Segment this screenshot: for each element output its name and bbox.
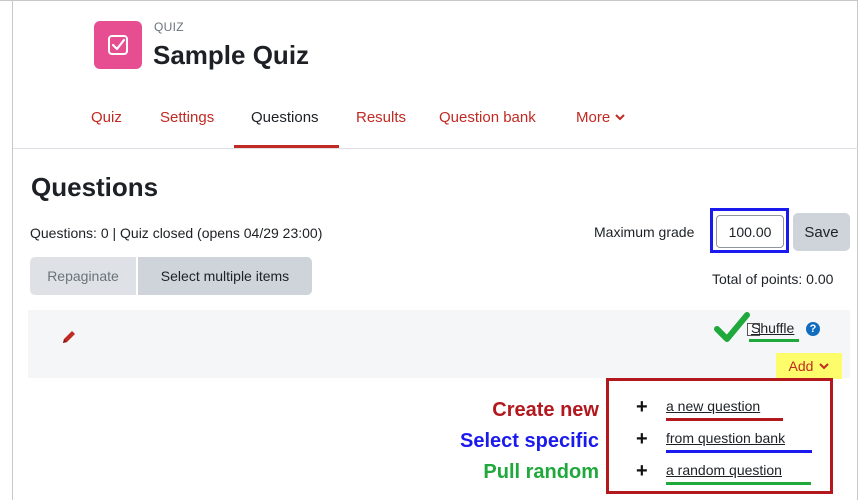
plus-icon: +	[636, 460, 648, 482]
maximum-grade-input[interactable]	[716, 215, 784, 248]
tab-quiz[interactable]: Quiz	[91, 109, 122, 126]
shuffle-highlight-underline	[749, 339, 799, 342]
chevron-down-icon	[615, 114, 625, 121]
save-button[interactable]: Save	[793, 213, 850, 251]
repaginate-button: Repaginate	[30, 257, 136, 295]
tab-question-bank[interactable]: Question bank	[439, 109, 536, 126]
page-title: Sample Quiz	[153, 40, 310, 70]
from-question-bank-underline	[666, 450, 812, 453]
help-icon[interactable]: ?	[806, 322, 820, 336]
page-pretitle: QUIZ	[154, 20, 184, 34]
maximum-grade-label: Maximum grade	[594, 224, 695, 240]
add-button[interactable]: Add	[776, 353, 842, 379]
tab-more[interactable]: More	[576, 109, 625, 126]
frame-top-border	[0, 0, 858, 1]
tab-settings[interactable]: Settings	[160, 109, 214, 126]
nav-divider	[13, 148, 858, 149]
legend-select-specific: Select specific	[460, 430, 599, 452]
menu-item-from-question-bank[interactable]: from question bank	[666, 430, 785, 446]
tab-results[interactable]: Results	[356, 109, 406, 126]
quiz-checkbox-icon	[94, 21, 142, 69]
legend-pull-random: Pull random	[483, 461, 599, 483]
total-points-text: Total of points: 0.00	[712, 271, 834, 287]
chevron-down-icon	[819, 362, 830, 369]
questions-heading: Questions	[31, 172, 159, 202]
quiz-status-text: Questions: 0 | Quiz closed (opens 04/29 …	[30, 225, 323, 241]
tab-questions[interactable]: Questions	[251, 109, 319, 126]
select-multiple-items-button[interactable]: Select multiple items	[138, 257, 312, 295]
legend-create-new: Create new	[492, 399, 599, 421]
tab-more-label: More	[576, 109, 611, 126]
frame-left-border	[12, 0, 13, 500]
pencil-icon[interactable]	[60, 328, 78, 346]
random-question-underline	[666, 482, 811, 485]
plus-icon: +	[636, 396, 648, 418]
checkmark-icon	[714, 312, 750, 342]
shuffle-label[interactable]: Shuffle	[751, 320, 794, 336]
plus-icon: +	[636, 428, 648, 450]
new-question-underline	[666, 418, 783, 421]
add-button-label: Add	[788, 358, 814, 374]
menu-item-new-question[interactable]: a new question	[666, 398, 760, 414]
menu-item-random-question[interactable]: a random question	[666, 462, 782, 478]
